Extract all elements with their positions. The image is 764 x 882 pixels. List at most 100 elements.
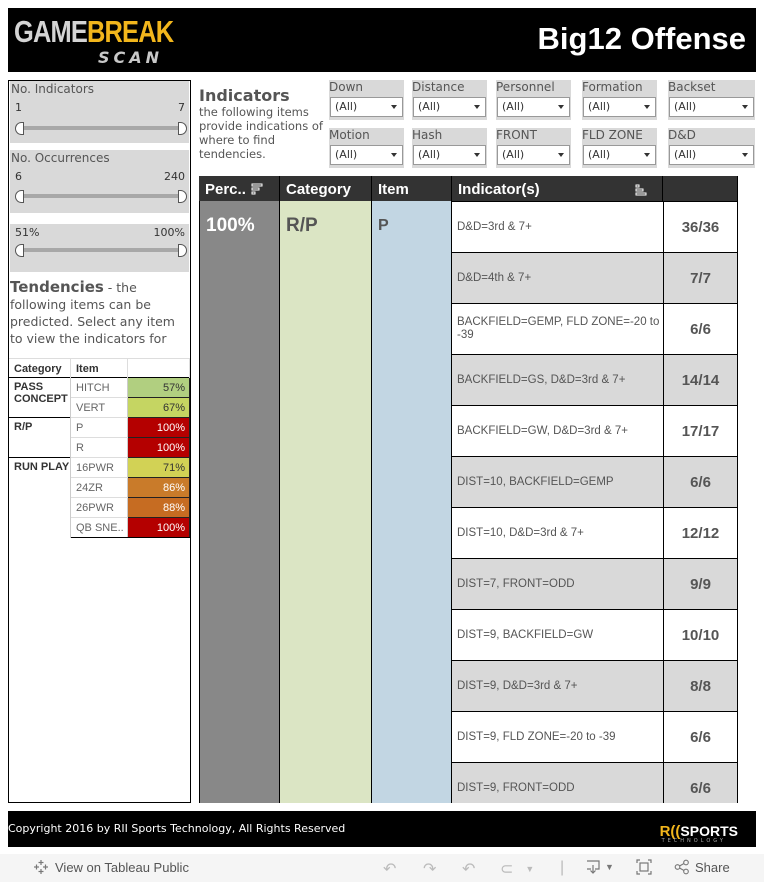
indicator-row[interactable]: DIST=9, FLD ZONE=-20 to -39 6/6 [451,711,738,762]
indicator-count: 7/7 [663,253,737,303]
column-header-percent[interactable]: Perc.. [199,176,280,201]
filter-dropdown[interactable]: (All) [669,97,754,117]
column-header-count[interactable] [663,176,738,201]
tendency-row[interactable]: PASS CONCEPT HITCH 57% [9,377,190,418]
filter-dropdown[interactable]: (All) [413,97,486,117]
slider-max-value: 7 [178,101,185,114]
percent-cell[interactable]: 100% [199,201,280,803]
filter-dropdown[interactable]: (All) [497,97,570,117]
tendency-percent[interactable]: 100% [127,417,190,438]
tendency-row[interactable]: RUN PLAY 16PWR 71% [9,457,190,538]
filter-dropdown[interactable]: (All) [583,145,656,165]
indicator-row[interactable]: BACKFIELD=GEMP, FLD ZONE=-20 to -39 6/6 [451,303,738,354]
slider-min-handle[interactable] [15,244,24,257]
view-on-tableau-public-link[interactable]: View on Tableau Public [33,859,189,875]
slider-max-handle[interactable] [178,122,187,135]
indicator-count: 14/14 [663,355,737,405]
gamebreak-scan-logo: GAMEBREAK SCAN [14,16,174,68]
fullscreen-icon [636,859,652,875]
column-header-item[interactable]: Item [372,176,452,201]
column-header-indicators[interactable]: Indicator(s) [452,176,663,201]
filter-dropdown[interactable]: (All) [497,145,570,165]
filter-value: (All) [502,148,525,161]
refresh-button[interactable]: ⊂ ▼ [500,859,534,879]
dropdown-caret-icon[interactable] [558,105,564,109]
filter-dropdown[interactable]: (All) [413,145,486,165]
filter-value: (All) [335,148,358,161]
tendency-item[interactable]: HITCH [70,377,129,398]
tendency-item[interactable]: 16PWR [70,457,129,478]
tendency-category[interactable]: PASS CONCEPT [9,377,71,418]
indicator-row[interactable]: D&D=4th & 7+ 7/7 [451,252,738,303]
item-cell[interactable]: P [372,201,452,803]
tendency-percent[interactable]: 88% [127,497,190,518]
sort-ascending-icon[interactable] [635,184,647,196]
dropdown-caret-icon[interactable] [391,105,397,109]
dropdown-caret-icon[interactable] [742,153,748,157]
indicator-row[interactable]: BACKFIELD=GS, D&D=3rd & 7+ 14/14 [451,354,738,405]
slider-max-handle[interactable] [178,190,187,203]
tendency-row[interactable]: R/P P 100% [9,417,190,458]
indicator-row[interactable]: DIST=10, BACKFIELD=GEMP 6/6 [451,456,738,507]
indicator-row[interactable]: DIST=10, D&D=3rd & 7+ 12/12 [451,507,738,558]
dropdown-caret-icon[interactable] [558,153,564,157]
tendency-percent[interactable]: 100% [127,517,190,538]
tendency-percent[interactable]: 86% [127,477,190,498]
indicators-table: Perc.. Category Item Indicator(s) 100% R… [199,176,738,803]
indicator-row[interactable]: DIST=9, D&D=3rd & 7+ 8/8 [451,660,738,711]
undo-button[interactable]: ↶ [383,859,396,879]
redo-button[interactable]: ↷ [423,859,436,879]
slider-no-occurrences[interactable]: No. Occurrences 6 240 [10,150,189,213]
tendency-item[interactable]: 24ZR [70,477,129,498]
share-button[interactable]: Share [674,859,730,875]
slider-track[interactable] [20,194,184,198]
dropdown-caret-icon[interactable] [391,153,397,157]
indicator-row[interactable]: DIST=9, FRONT=ODD 6/6 [451,762,738,803]
share-icon [674,859,689,875]
sort-descending-icon[interactable] [251,183,263,195]
dropdown-caret-icon[interactable] [644,105,650,109]
tendency-item[interactable]: P [70,417,129,438]
tendency-percent[interactable]: 57% [127,377,190,398]
filter-dropdown[interactable]: (All) [583,97,656,117]
slider-max-handle[interactable] [178,244,187,257]
dropdown-caret-icon[interactable] [474,153,480,157]
filter-label: Formation [582,80,643,94]
filter-dropdown[interactable]: (All) [330,97,403,117]
tendency-item[interactable]: 26PWR [70,497,129,518]
slider-percentage[interactable]: 51% 100% [10,224,189,272]
indicator-row[interactable]: DIST=7, FRONT=ODD 9/9 [451,558,738,609]
tendency-percent[interactable]: 100% [127,437,190,458]
filter-dropdown[interactable]: (All) [669,145,754,165]
indicator-row[interactable]: DIST=9, BACKFIELD=GW 10/10 [451,609,738,660]
tendency-item[interactable]: R [70,437,129,458]
indicator-count: 36/36 [663,202,737,252]
slider-min-handle[interactable] [15,190,24,203]
tendency-percent[interactable]: 67% [127,397,190,418]
fullscreen-button[interactable] [636,859,652,875]
slider-min-handle[interactable] [15,122,24,135]
column-header-category[interactable]: Category [280,176,372,201]
tendencies-table: Category Item PASS CONCEPT HITCH 57% VERT 67… [9,358,190,538]
slider-track[interactable] [20,248,184,252]
tendency-category[interactable]: R/P [9,417,71,458]
filter-d-d: D&D (All) [668,128,755,168]
slider-no-indicators[interactable]: No. Indicators 1 7 [10,81,189,143]
table-header: Perc.. Category Item Indicator(s) [199,176,738,201]
filter-dropdown[interactable]: (All) [330,145,403,165]
dropdown-caret-icon[interactable] [474,105,480,109]
filter-label: Down [329,80,364,94]
indicator-row[interactable]: BACKFIELD=GW, D&D=3rd & 7+ 17/17 [451,405,738,456]
revert-button[interactable]: ↶ [462,859,475,879]
indicator-row[interactable]: D&D=3rd & 7+ 36/36 [451,201,738,252]
tendency-item[interactable]: VERT [70,397,129,418]
tendency-item[interactable]: QB SNE.. [70,517,129,538]
dropdown-caret-icon[interactable] [644,153,650,157]
slider-track[interactable] [20,126,184,130]
category-cell[interactable]: R/P [280,201,372,803]
filter-value: (All) [588,100,611,113]
dropdown-caret-icon[interactable] [742,105,748,109]
download-button[interactable]: ▼ [585,859,614,875]
tendency-percent[interactable]: 71% [127,457,190,478]
tendency-category[interactable]: RUN PLAY [9,457,71,538]
